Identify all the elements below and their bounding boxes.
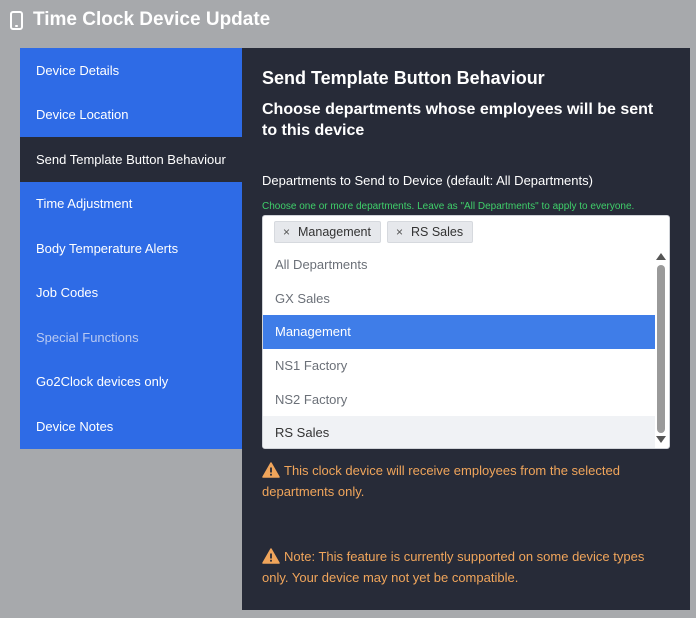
option-ns2-factory[interactable]: NS2 Factory [263,382,655,416]
options-list: All Departments GX Sales Management NS1 … [263,248,655,448]
selected-chips: × Management × RS Sales [263,216,669,248]
section-subheading: Choose departments whose employees will … [262,101,654,139]
option-ns1-factory[interactable]: NS1 Factory [263,349,655,383]
departments-hint: Choose one or more departments. Leave as… [262,201,635,212]
compatibility-note-text: Note: This feature is currently supporte… [262,549,645,585]
options-scrollbar[interactable] [653,248,669,448]
remove-chip-icon[interactable]: × [396,225,403,239]
chip-management: × Management [274,221,381,243]
page-title: Time Clock Device Update [33,9,271,30]
mobile-phone-icon [10,10,23,30]
option-rs-sales[interactable]: RS Sales [263,415,655,448]
sidebar-item-send-template-button-behaviour[interactable]: Send Template Button Behaviour [20,137,242,182]
option-management[interactable]: Management [263,315,655,349]
section-heading: Send Template Button Behaviour [262,68,545,88]
departments-multiselect[interactable]: × Management × RS Sales All Departments … [262,215,670,449]
chip-label: Management [298,225,371,239]
departments-field-label: Departments to Send to Device (default: … [262,173,593,188]
selection-warning-text: This clock device will receive employees… [262,463,620,499]
sidebar-item-body-temperature-alerts[interactable]: Body Temperature Alerts [20,226,242,271]
scrollbar-thumb[interactable] [657,265,665,433]
window-titlebar: Time Clock Device Update [0,0,696,40]
sidebar: Device Details Device Location Send Temp… [20,48,242,449]
sidebar-item-go2clock-devices-only[interactable]: Go2Clock devices only [20,359,242,404]
settings-panel: Send Template Button Behaviour Choose de… [242,48,690,610]
sidebar-item-device-location[interactable]: Device Location [20,92,242,137]
scroll-down-arrow-icon[interactable] [656,436,666,443]
chip-rs-sales: × RS Sales [386,221,474,243]
warning-icon [262,548,280,564]
scroll-up-arrow-icon[interactable] [656,253,666,260]
warning-icon [262,462,280,478]
sidebar-item-time-adjustment[interactable]: Time Adjustment [20,181,242,226]
option-gx-sales[interactable]: GX Sales [263,282,655,316]
chip-label: RS Sales [411,225,464,239]
remove-chip-icon[interactable]: × [283,225,290,239]
sidebar-item-job-codes[interactable]: Job Codes [20,270,242,315]
sidebar-item-special-functions: Special Functions [20,315,242,360]
sidebar-item-device-details[interactable]: Device Details [20,48,242,93]
option-all-departments[interactable]: All Departments [263,248,655,282]
sidebar-item-device-notes[interactable]: Device Notes [20,404,242,449]
compatibility-note: Note: This feature is currently supporte… [262,546,670,588]
selection-warning: This clock device will receive employees… [262,460,670,502]
